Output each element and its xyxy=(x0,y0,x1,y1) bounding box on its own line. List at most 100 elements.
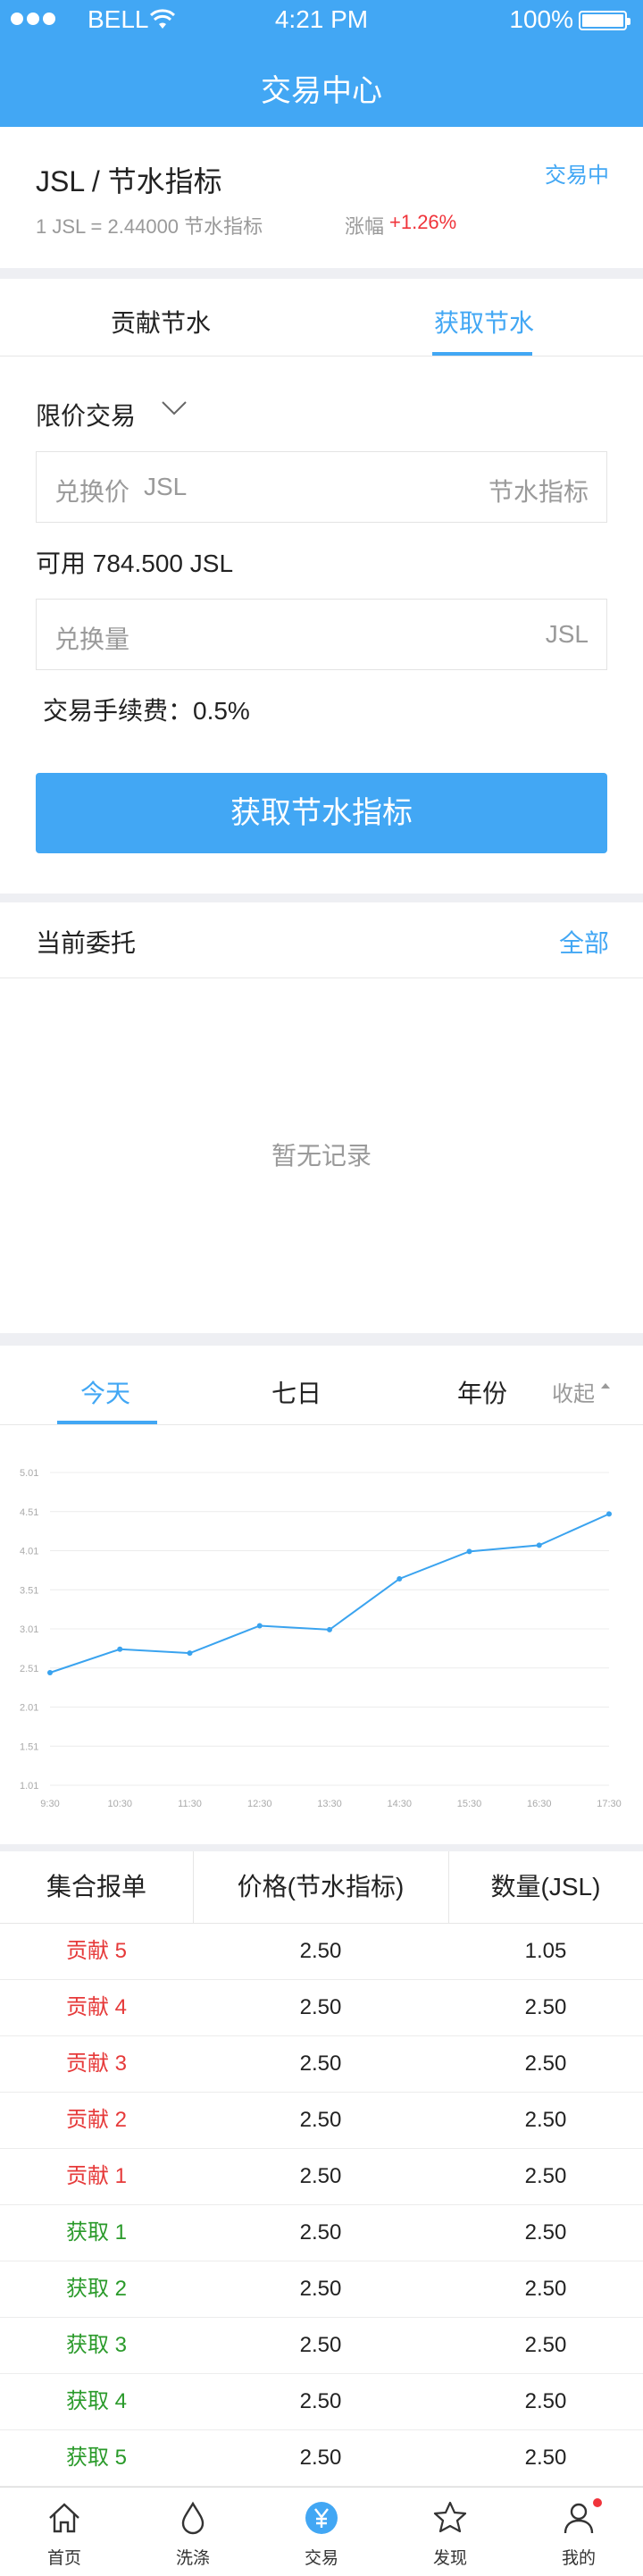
order-side: 贡献 1 xyxy=(65,2164,127,2188)
quantity-unit: JSL xyxy=(545,620,589,648)
order-quantity: 2.50 xyxy=(524,2333,567,2357)
collapse-button[interactable]: 收起 xyxy=(552,1376,595,1407)
tab-label: 发现 xyxy=(432,2549,467,2568)
home-icon xyxy=(49,2503,79,2533)
data-point xyxy=(536,1542,542,1548)
data-point xyxy=(47,1670,53,1675)
price-chart-card: 今天 七日 年份 收起 1.01 1.51 2.01 2.51 3.01 3.51 4.01… xyxy=(0,1346,643,1844)
table-row[interactable]: 获取 3 2.50 2.50 xyxy=(0,2318,643,2374)
exchange-rate: 1 JSL = 2.44000 节水指标 xyxy=(36,215,263,238)
orders-all-link[interactable]: 全部 xyxy=(559,924,609,960)
y-tick-label: 1.01 xyxy=(20,1781,38,1791)
x-tick-label: 13:30 xyxy=(317,1799,342,1809)
tab-label: 首页 xyxy=(46,2549,81,2568)
empty-state: 暂无记录 xyxy=(271,1142,372,1170)
price-input[interactable]: 兑换价 JSL 节水指标 xyxy=(36,451,607,523)
order-quantity: 2.50 xyxy=(524,1995,567,2019)
order-book: 集合报单 价格(节水指标) 数量(JSL) 贡献 5 2.50 1.05 贡献 4 2.… xyxy=(0,1851,643,2487)
order-price: 2.50 xyxy=(299,2333,342,2357)
order-price: 2.50 xyxy=(299,2389,342,2413)
y-tick-label: 5.01 xyxy=(20,1468,38,1479)
price-line-chart: 1.01 1.51 2.01 2.51 3.01 3.51 4.01 4.51 5.01 9:30… xyxy=(20,1468,622,1809)
submit-button[interactable]: 获取节水指标 xyxy=(36,773,607,853)
page-title: 交易中心 xyxy=(261,74,382,108)
divider xyxy=(0,1424,643,1425)
price-label: 兑换价 xyxy=(54,478,130,506)
y-tick-label: 1.51 xyxy=(20,1741,38,1752)
y-tick-label: 4.01 xyxy=(20,1547,38,1557)
data-point xyxy=(117,1646,123,1652)
y-tick-label: 4.51 xyxy=(20,1507,38,1518)
order-side: 贡献 4 xyxy=(65,1995,127,2019)
order-price: 2.50 xyxy=(299,2052,342,2076)
quantity-placeholder: 兑换量 xyxy=(54,625,130,653)
star-icon xyxy=(433,2501,467,2533)
status-bar: BELL 4:21 PM 100% xyxy=(0,0,643,259)
order-side: 获取 3 xyxy=(65,2333,127,2357)
order-side: 获取 1 xyxy=(65,2220,127,2245)
x-tick-label: 12:30 xyxy=(247,1799,272,1809)
orders-title: 当前委托 xyxy=(36,929,137,957)
x-tick-label: 14:30 xyxy=(387,1799,412,1809)
top-bar: BELL 4:21 PM 100% 交易中心 xyxy=(0,0,643,259)
column-header-qty: 数量(JSL) xyxy=(490,1873,601,1901)
y-tick-label: 2.01 xyxy=(20,1703,38,1714)
table-row[interactable]: 贡献 4 2.50 2.50 xyxy=(0,1980,643,2036)
x-tick-label: 15:30 xyxy=(457,1799,482,1809)
order-type-select[interactable]: 限价交易 xyxy=(36,397,136,432)
pair-name: JSL / 节水指标 xyxy=(36,165,222,197)
notification-badge xyxy=(593,2498,602,2507)
order-quantity: 2.50 xyxy=(524,2277,567,2301)
tab-home[interactable]: 首页 xyxy=(0,2488,129,2576)
table-row[interactable]: 获取 5 2.50 2.50 xyxy=(0,2430,643,2487)
x-tick-label: 9:30 xyxy=(40,1799,59,1809)
battery-percent: 100% xyxy=(509,5,573,33)
x-tick-label: 17:30 xyxy=(597,1799,622,1809)
data-point xyxy=(466,1548,472,1555)
column-header-price: 价格(节水指标) xyxy=(237,1873,405,1901)
tab-contribute[interactable]: 贡献节水 xyxy=(111,304,211,340)
x-tick-label: 10:30 xyxy=(107,1799,132,1809)
chart-tab-year[interactable]: 年份 xyxy=(457,1374,507,1410)
order-price: 2.50 xyxy=(299,2220,342,2245)
order-side: 获取 5 xyxy=(65,2446,127,2470)
table-row[interactable]: 获取 1 2.50 2.50 xyxy=(0,2205,643,2261)
tab-wash[interactable]: 洗涤 xyxy=(129,2488,257,2576)
table-row[interactable]: 获取 2 2.50 2.50 xyxy=(0,2261,643,2318)
bottom-tab-bar: 首页 洗涤 交易 发现 我的 xyxy=(0,2487,643,2576)
tab-discover[interactable]: 发现 xyxy=(386,2488,514,2576)
order-quantity: 2.50 xyxy=(524,2389,567,2413)
data-point xyxy=(397,1576,403,1582)
order-price: 2.50 xyxy=(299,1995,342,2019)
order-quantity: 2.50 xyxy=(524,2164,567,2188)
order-quantity: 1.05 xyxy=(524,1939,567,1963)
table-row[interactable]: 贡献 1 2.50 2.50 xyxy=(0,2149,643,2205)
user-icon xyxy=(564,2503,594,2534)
trading-link[interactable]: 交易中 xyxy=(545,157,609,189)
table-row[interactable]: 贡献 5 2.50 1.05 xyxy=(0,1924,643,1980)
y-tick-label: 3.01 xyxy=(20,1624,38,1635)
order-side: 获取 2 xyxy=(65,2277,127,2301)
chevron-down-icon[interactable] xyxy=(161,400,188,416)
table-row[interactable]: 贡献 2 2.50 2.50 xyxy=(0,2093,643,2149)
change-label: 涨幅 xyxy=(345,215,385,238)
trade-form: 贡献节水 获取节水 限价交易 兑换价 JSL 节水指标 可用 784.500 J… xyxy=(0,279,643,894)
quantity-input[interactable]: 兑换量 JSL xyxy=(36,599,607,670)
x-tick-label: 16:30 xyxy=(527,1799,552,1809)
table-row[interactable]: 获取 4 2.50 2.50 xyxy=(0,2374,643,2430)
pair-header: JSL / 节水指标 交易中 1 JSL = 2.44000 节水指标 涨幅 +… xyxy=(0,127,643,268)
chart-tab-week[interactable]: 七日 xyxy=(271,1374,322,1410)
order-quantity: 2.50 xyxy=(524,2052,567,2076)
order-side: 贡献 3 xyxy=(65,2052,127,2076)
tab-profile[interactable]: 我的 xyxy=(514,2488,643,2576)
tab-get[interactable]: 获取节水 xyxy=(434,304,534,340)
table-row[interactable]: 贡献 3 2.50 2.50 xyxy=(0,2036,643,2093)
drop-icon xyxy=(181,2501,205,2535)
tab-trade[interactable]: 交易 xyxy=(257,2488,386,2576)
current-orders: 当前委托 全部 暂无记录 xyxy=(0,902,643,1333)
order-price: 2.50 xyxy=(299,2164,342,2188)
chart-tab-today[interactable]: 今天 xyxy=(80,1374,130,1410)
battery-icon xyxy=(579,11,630,30)
caret-up-icon xyxy=(601,1383,610,1389)
y-tick-label: 3.51 xyxy=(20,1585,38,1596)
